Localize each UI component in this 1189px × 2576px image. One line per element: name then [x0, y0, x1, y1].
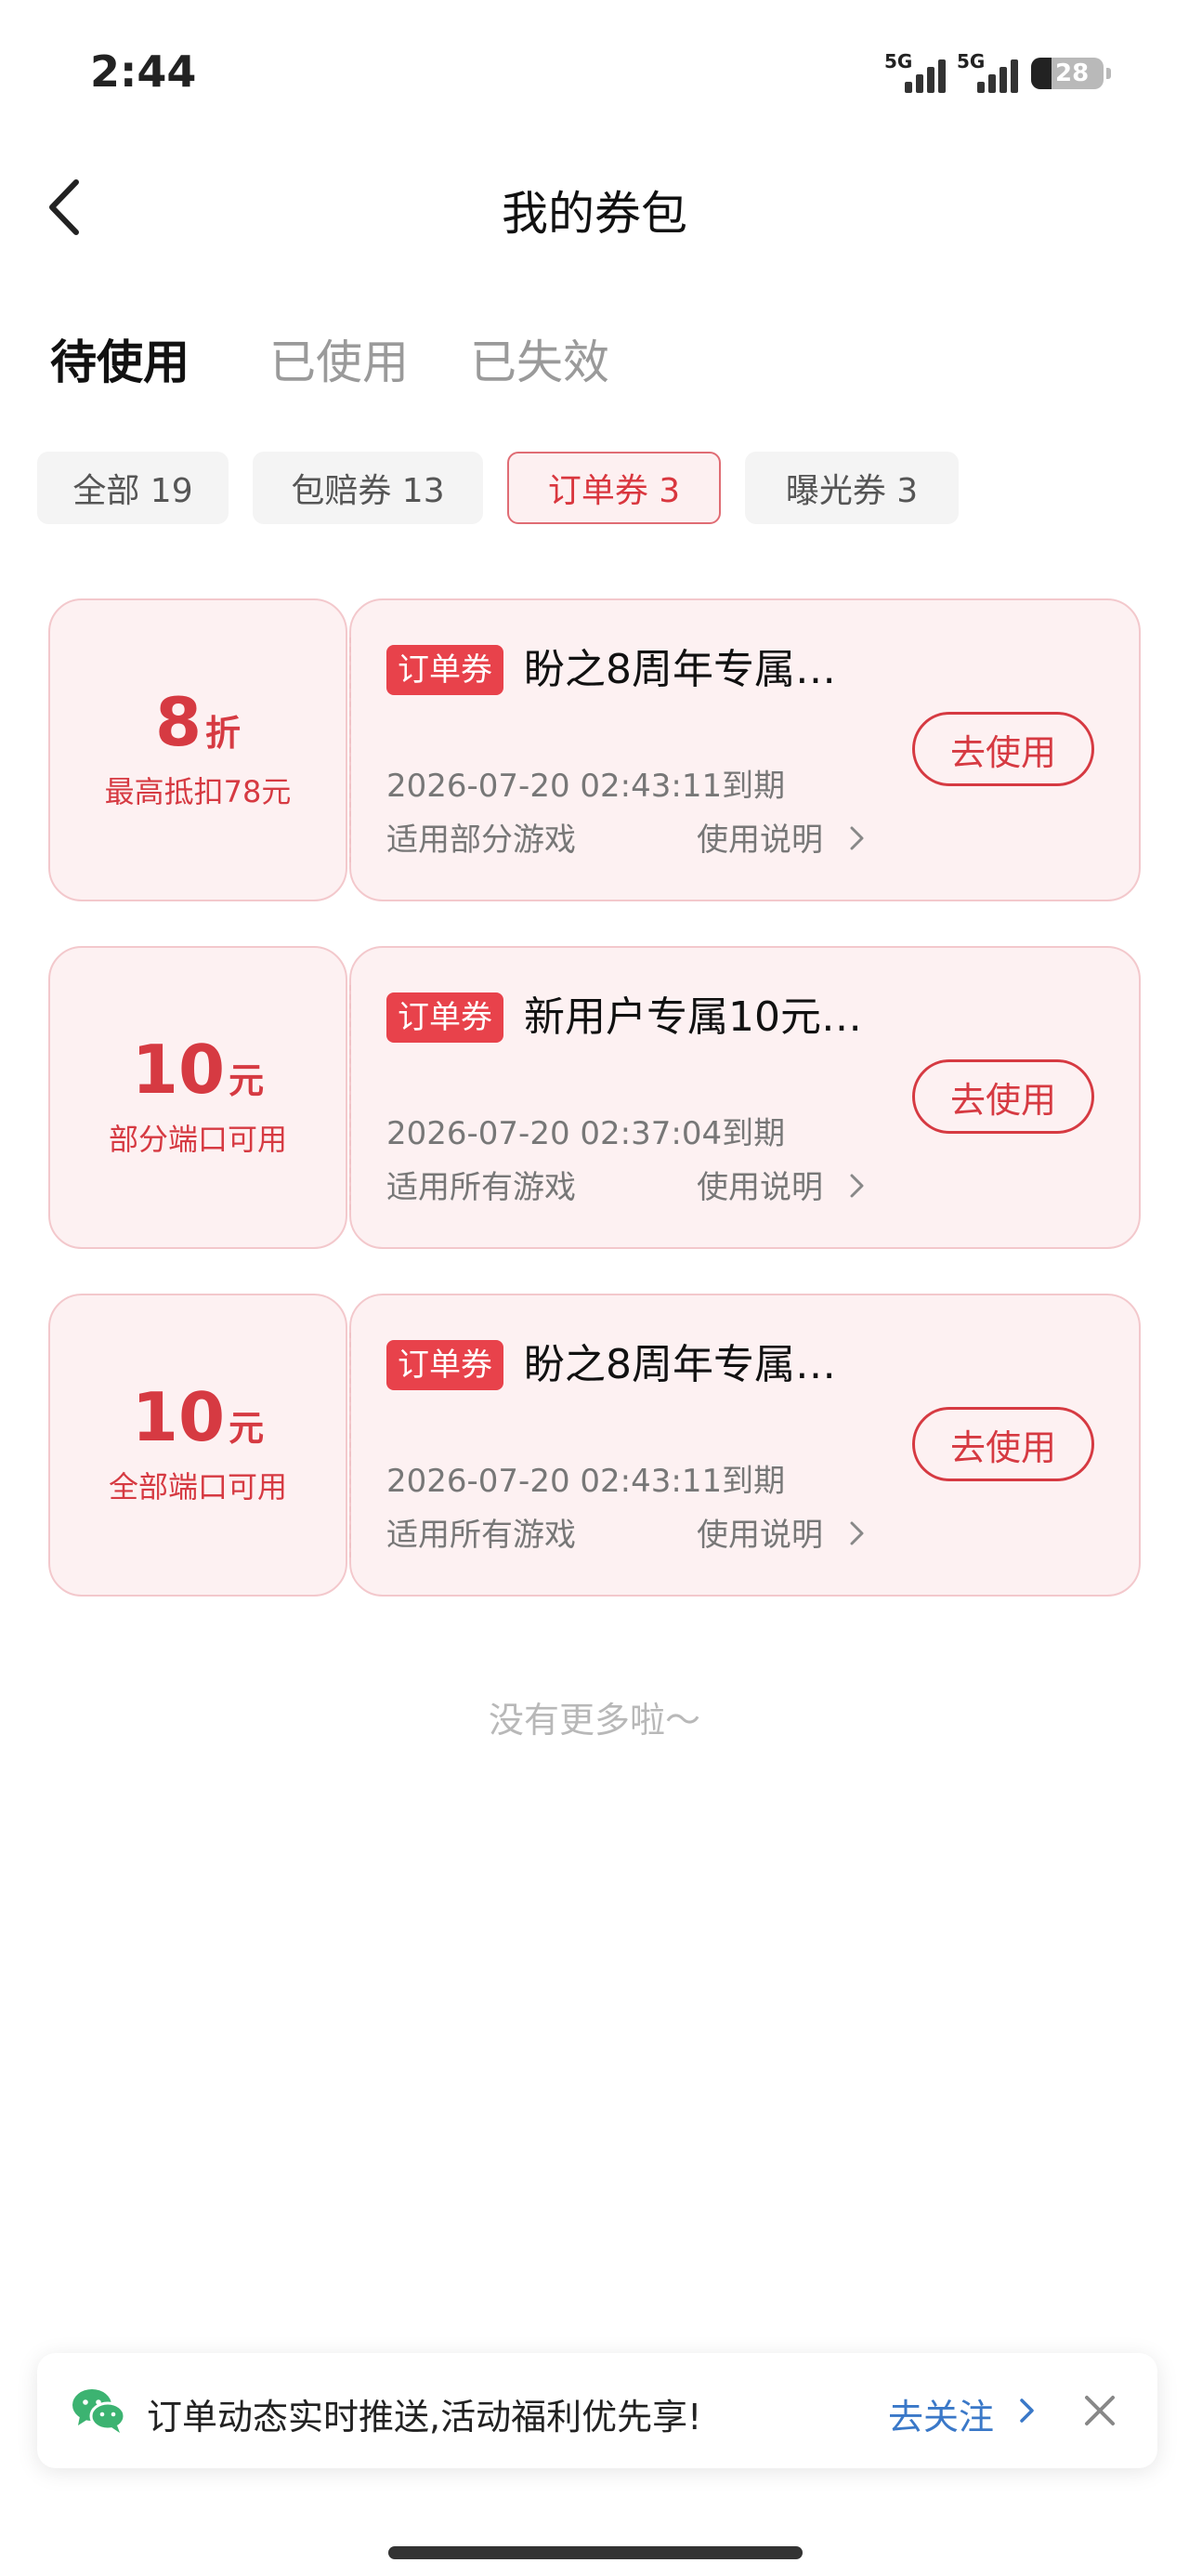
coupon-value-unit: 折 — [205, 713, 242, 754]
follow-link[interactable]: 去关注 — [888, 2388, 994, 2439]
wechat-icon — [72, 2389, 126, 2433]
network-type-label-2: 5G — [957, 50, 986, 72]
coupon-card: 8折 最高抵扣78元 订单券 盼之8周年专属… 2026-07-20 02:43… — [48, 598, 1141, 901]
usage-instructions-link[interactable]: 使用说明 — [697, 1162, 823, 1207]
chip-compensation[interactable]: 包赔券 13 — [253, 452, 483, 524]
chevron-right-icon[interactable] — [843, 1169, 869, 1203]
coupon-condition: 部分端口可用 — [108, 1122, 287, 1157]
chevron-right-icon[interactable] — [843, 821, 869, 855]
coupon-scope: 适用部分游戏 — [386, 821, 576, 859]
tab-used[interactable]: 已使用 — [269, 325, 409, 392]
network-type-label: 5G — [884, 50, 913, 72]
chevron-right-icon[interactable] — [1014, 2392, 1039, 2429]
coupon-detail-panel: 订单券 新用户专属10元… 2026-07-20 02:37:04到期 适用所有… — [349, 946, 1141, 1249]
coupon-title: 盼之8周年专属… — [524, 1341, 836, 1388]
coupon-value-panel: 10 元 部分端口可用 — [48, 946, 347, 1249]
coupon-value-panel: 8折 最高抵扣78元 — [48, 598, 347, 901]
coupon-value: 8折 — [155, 689, 241, 756]
coupon-scope: 适用所有游戏 — [386, 1517, 576, 1554]
chip-all[interactable]: 全部 19 — [37, 452, 229, 524]
coupon-expire: 2026-07-20 02:43:11到期 — [386, 1463, 786, 1500]
usage-instructions-link[interactable]: 使用说明 — [697, 1509, 823, 1555]
use-coupon-button[interactable]: 去使用 — [912, 1407, 1094, 1481]
chip-order[interactable]: 订单券 3 — [507, 452, 721, 524]
cellular-signal-icon: 5G — [884, 50, 949, 93]
coupon-expire: 2026-07-20 02:37:04到期 — [386, 1115, 786, 1152]
chevron-right-icon[interactable] — [843, 1517, 869, 1550]
coupon-detail-panel: 订单券 盼之8周年专属… 2026-07-20 02:43:11到期 适用所有游… — [349, 1294, 1141, 1597]
coupon-value: 10 元 — [132, 1036, 264, 1103]
coupon-card: 10 元 全部端口可用 订单券 盼之8周年专属… 2026-07-20 02:43… — [48, 1294, 1141, 1597]
coupon-type-tag: 订单券 — [386, 992, 503, 1043]
coupon-title: 盼之8周年专属… — [524, 646, 836, 693]
coupon-condition: 全部端口可用 — [108, 1469, 287, 1505]
chip-exposure[interactable]: 曝光券 3 — [745, 452, 959, 524]
tab-pending[interactable]: 待使用 — [50, 325, 189, 392]
use-coupon-button[interactable]: 去使用 — [912, 1059, 1094, 1134]
list-end-text: 没有更多啦～ — [488, 1700, 700, 1741]
status-bar: 2:44 5G 5G 28 — [0, 0, 1189, 139]
coupon-value: 10 元 — [132, 1384, 264, 1451]
battery-icon: 28 — [1031, 58, 1111, 89]
coupon-value-unit: 元 — [229, 1408, 265, 1449]
coupon-detail-panel: 订单券 盼之8周年专属… 2026-07-20 02:43:11到期 适用部分游… — [349, 598, 1141, 901]
close-icon[interactable] — [1079, 2390, 1120, 2431]
page-title: 我的券包 — [502, 187, 687, 241]
coupon-card: 10 元 部分端口可用 订单券 新用户专属10元… 2026-07-20 02:3… — [48, 946, 1141, 1249]
coupon-scope: 适用所有游戏 — [386, 1169, 576, 1206]
coupon-condition: 最高抵扣78元 — [104, 774, 292, 809]
status-time: 2:44 — [90, 46, 197, 97]
follow-banner-text: 订单动态实时推送,活动福利优先享! — [147, 2397, 702, 2438]
coupon-expire: 2026-07-20 02:43:11到期 — [386, 768, 786, 805]
usage-instructions-link[interactable]: 使用说明 — [697, 814, 823, 860]
coupon-value-panel: 10 元 全部端口可用 — [48, 1294, 347, 1597]
use-coupon-button[interactable]: 去使用 — [912, 712, 1094, 786]
home-indicator[interactable] — [388, 2546, 803, 2559]
coupon-title: 新用户专属10元… — [524, 993, 862, 1041]
coupon-value-number: 8 — [154, 683, 203, 761]
coupon-type-tag: 订单券 — [386, 645, 503, 695]
tab-expired[interactable]: 已失效 — [470, 325, 609, 392]
follow-banner[interactable]: 订单动态实时推送,活动福利优先享! 去关注 — [37, 2353, 1157, 2468]
battery-level: 28 — [1055, 59, 1090, 87]
cellular-signal-icon-2: 5G — [957, 50, 1022, 93]
coupon-type-tag: 订单券 — [386, 1340, 503, 1390]
coupon-value-number: 10 — [131, 1378, 226, 1456]
coupon-value-number: 10 — [131, 1031, 226, 1109]
coupon-value-unit: 元 — [229, 1060, 265, 1101]
